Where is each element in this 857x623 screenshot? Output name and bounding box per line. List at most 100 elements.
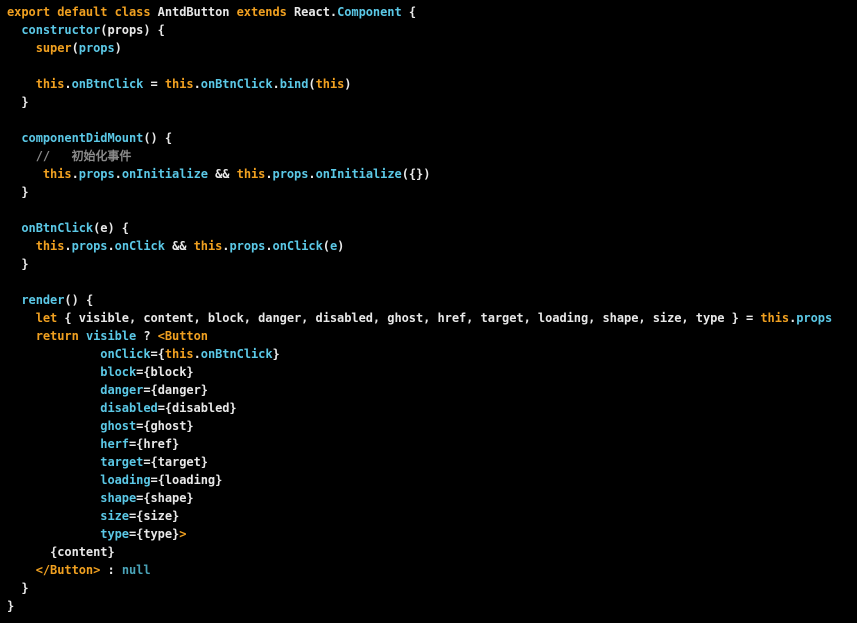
code-line: target={target} [7,453,208,471]
code-token-plain: ={size} [128,509,180,523]
code-token-property: type [100,527,129,541]
code-token-plain: ={block} [136,365,194,379]
code-token-property: onInitialize [315,167,402,181]
code-line: this.onBtnClick = this.onBtnClick.bind(t… [7,75,352,93]
code-token-plain: ={target} [143,455,208,469]
code-token-property: ghost [100,419,137,433]
code-token-property: props [229,239,266,253]
code-token-property: props [78,167,115,181]
code-token-plain: ({}) [401,167,431,181]
code-token-plain: } [7,581,29,595]
code-token-keyword: return [35,329,86,343]
code-line: } [7,93,28,111]
code-line: </Button> : null [7,561,151,579]
code-token-plain: ={href} [128,437,180,451]
code-token-this: this [35,239,65,253]
code-token-function: bind [279,77,309,91]
code-token-property: herf [100,437,129,451]
code-token-property: onBtnClick [200,77,273,91]
code-token-plain: . [107,239,115,253]
code-token-plain: { visible, content, block, danger, disab… [64,311,761,325]
code-token-property: props [272,167,309,181]
code-token-plain: { [401,5,416,19]
code-line: shape={shape} [7,489,194,507]
code-token-plain: . [64,77,72,91]
code-token-this: this [315,77,345,91]
code-token-keyword: let [35,311,65,325]
code-token-property: onInitialize [121,167,208,181]
code-token-this: this [164,347,194,361]
code-line: } [7,597,14,615]
code-token-property: onClick [272,239,323,253]
code-line: type={type}> [7,525,186,543]
code-line: return visible ? <Button [7,327,208,345]
code-token-property: visible [85,329,137,343]
code-token-plain: . [114,167,122,181]
code-token-property: target [100,455,144,469]
code-token-plain: React [294,5,330,19]
code-token-this: this [164,77,194,91]
code-line: this.props.onInitialize && this.props.on… [7,165,431,183]
code-token-plain: = [143,77,165,91]
code-token-property: onBtnClick [71,77,144,91]
code-token-property: props [78,41,115,55]
code-line: ghost={ghost} [7,417,194,435]
code-token-property: props [71,239,108,253]
code-token-plain: ={disabled} [157,401,237,415]
code-token-plain: ={shape} [136,491,194,505]
code-token-plain: ={ [150,347,165,361]
code-line: loading={loading} [7,471,222,489]
code-line: let { visible, content, block, danger, d… [7,309,832,327]
code-token-function: onBtnClick [21,221,94,235]
code-token-plain: ={ghost} [136,419,194,433]
code-token-plain: ? [136,329,158,343]
code-editor[interactable]: export default class AntdButton extends … [0,3,857,623]
code-line: onClick={this.onBtnClick} [7,345,279,363]
code-token-plain: ( [322,239,330,253]
code-token-plain: . [71,167,79,181]
code-token-function: constructor [21,23,101,37]
code-line: herf={href} [7,435,179,453]
code-token-keyword: extends [236,5,294,19]
code-line: size={size} [7,507,179,525]
code-token-property: size [100,509,129,523]
code-line: // 初始化事件 [7,147,132,165]
code-line: {content} [7,543,115,561]
code-token-plain: ={danger} [143,383,208,397]
code-token-plain: . [64,239,72,253]
code-token-comment: // 初始化事件 [35,149,132,163]
code-token-plain: ) [114,41,122,55]
code-line: constructor(props) { [7,21,165,39]
code-token-this: this [42,167,72,181]
code-token-plain: . [193,347,201,361]
code-token-function: componentDidMount [21,131,144,145]
code-token-plain: . [308,167,316,181]
code-token-plain: () { [64,293,94,307]
code-line: super(props) [7,39,122,57]
code-token-keyword: super [35,41,72,55]
code-line: block={block} [7,363,194,381]
code-token-function: render [21,293,65,307]
code-line: disabled={disabled} [7,399,237,417]
code-line: this.props.onClick && this.props.onClick… [7,237,345,255]
code-token-plain: . [265,239,273,253]
code-token-plain: () { [143,131,173,145]
code-token-this: this [760,311,790,325]
